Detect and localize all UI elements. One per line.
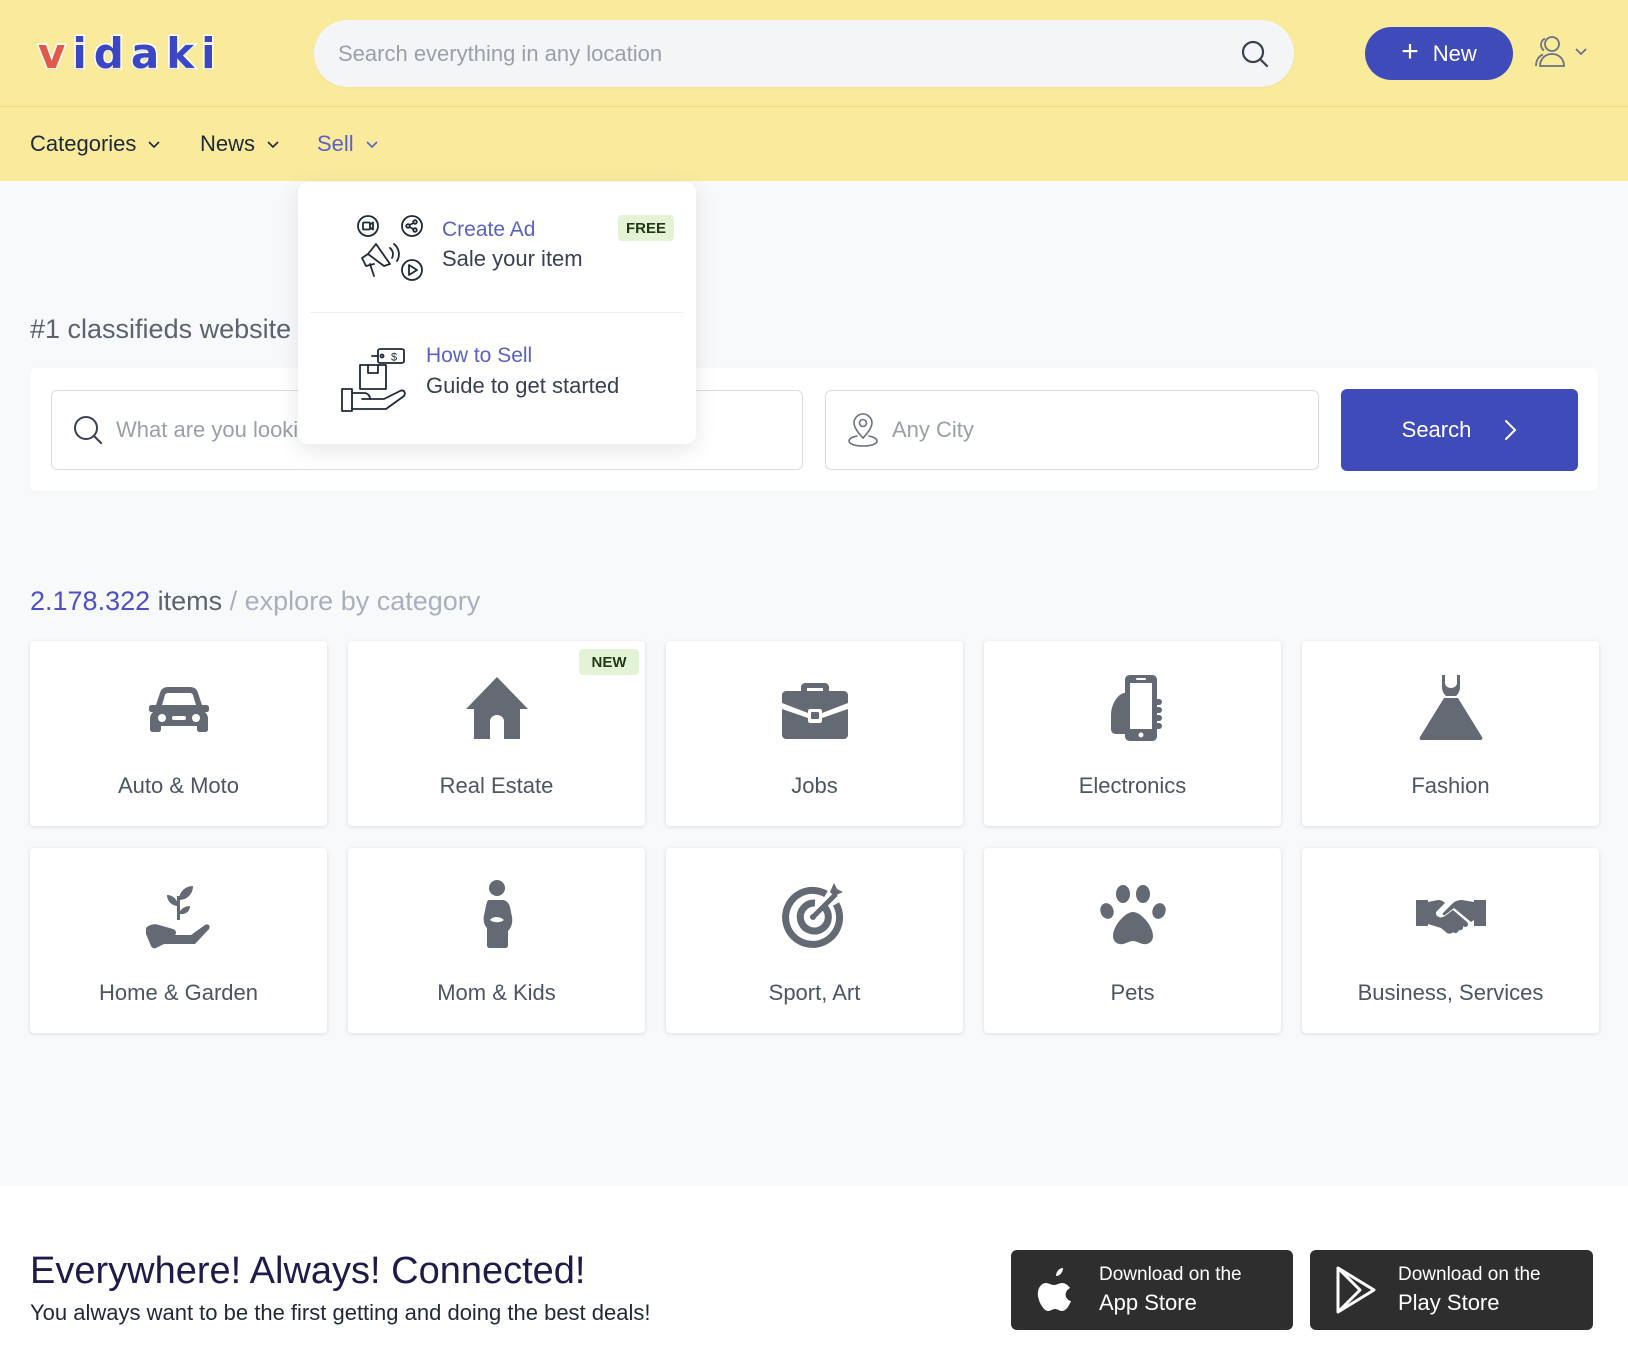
new-button-label: New xyxy=(1432,40,1477,66)
category-mom-kids[interactable]: Mom & Kids xyxy=(348,848,645,1033)
search-icon[interactable] xyxy=(1240,39,1270,69)
plus-icon: + xyxy=(1401,35,1419,68)
hero-search-panel: Search xyxy=(30,368,1598,491)
menu-item-how-to-sell[interactable]: $ How to Sell Guide to get started xyxy=(298,313,696,444)
menu-item-title: Create Ad xyxy=(442,218,536,241)
category-home-garden[interactable]: Home & Garden xyxy=(30,848,327,1033)
search-icon xyxy=(74,416,102,444)
paw-icon xyxy=(1099,885,1166,945)
category-fashion[interactable]: Fashion xyxy=(1302,641,1599,826)
dress-icon xyxy=(1419,675,1482,740)
new-ad-button[interactable]: + New xyxy=(1365,27,1513,80)
top-header: v i d a k i + New xyxy=(0,0,1628,107)
category-business-services[interactable]: Business, Services xyxy=(1302,848,1599,1033)
phone-hand-icon xyxy=(1110,675,1162,741)
footer-subtitle: You always want to be the first getting … xyxy=(30,1300,651,1325)
pregnant-woman-icon xyxy=(483,880,512,948)
play-store-button[interactable]: Download on the Play Store xyxy=(1310,1250,1593,1330)
category-pets[interactable]: Pets xyxy=(984,848,1281,1033)
users-icon xyxy=(1535,36,1565,67)
category-label: Auto & Moto xyxy=(117,773,240,798)
menu-item-subtitle: Sale your item xyxy=(442,246,583,271)
new-badge: NEW xyxy=(579,649,639,675)
items-count: 2.178.322 xyxy=(30,586,151,616)
category-real-estate[interactable]: NEW Real Estate xyxy=(348,641,645,826)
store-line2: App Store xyxy=(1099,1290,1197,1315)
store-line1: Download on the xyxy=(1099,1264,1242,1285)
free-badge: FREE xyxy=(618,215,674,241)
category-label: Home & Garden xyxy=(99,980,258,1005)
menu-item-subtitle: Guide to get started xyxy=(426,373,620,398)
store-line2: Play Store xyxy=(1398,1290,1500,1315)
briefcase-icon xyxy=(781,683,848,739)
category-electronics[interactable]: Electronics xyxy=(984,641,1281,826)
search-button-label: Search xyxy=(1401,417,1472,442)
megaphone-icon xyxy=(357,215,423,281)
menu-item-title: How to Sell xyxy=(426,344,533,367)
category-auto-moto[interactable]: Auto & Moto xyxy=(30,641,327,826)
nav-categories[interactable]: Categories xyxy=(30,107,162,181)
category-sport-art[interactable]: Sport, Art xyxy=(666,848,963,1033)
logo-letter: k xyxy=(165,27,198,79)
global-search-bar xyxy=(314,20,1294,87)
nav-label: News xyxy=(200,131,256,156)
car-icon xyxy=(148,687,209,732)
svg-text:$: $ xyxy=(391,352,397,364)
menu-item-create-ad[interactable]: Create Ad Sale your item FREE xyxy=(298,182,696,312)
store-line1: Download on the xyxy=(1398,1264,1541,1285)
plant-hand-icon xyxy=(145,886,210,949)
explore-text: / explore by category xyxy=(222,586,481,616)
category-label: Jobs xyxy=(791,773,838,798)
house-icon xyxy=(465,677,528,739)
chevron-down-icon xyxy=(148,141,160,149)
apple-icon xyxy=(1037,1268,1071,1311)
logo-letter: a xyxy=(129,27,163,79)
nav-news[interactable]: News xyxy=(200,107,281,181)
logo-letter: v xyxy=(36,27,69,79)
hero-title: #1 classifieds website xyxy=(30,314,292,344)
city-input[interactable] xyxy=(892,417,1298,443)
nav-sell[interactable]: Sell xyxy=(317,107,380,181)
target-icon xyxy=(781,883,843,948)
category-label: Fashion xyxy=(1411,773,1490,798)
logo-letter: d xyxy=(92,27,127,79)
category-jobs[interactable]: Jobs xyxy=(666,641,963,826)
play-store-icon xyxy=(1336,1266,1376,1314)
chevron-down-icon xyxy=(267,141,279,149)
package-hand-icon: $ xyxy=(341,348,406,412)
sell-dropdown-menu: Create Ad Sale your item FREE $ How to S… xyxy=(298,182,696,444)
category-label: Sport, Art xyxy=(768,980,861,1005)
category-label: Pets xyxy=(1110,980,1155,1005)
chevron-down-icon xyxy=(1575,48,1587,56)
nav-label: Sell xyxy=(317,131,354,156)
nav-label: Categories xyxy=(30,131,137,156)
logo-letter: i xyxy=(71,27,90,79)
logo-letter: i xyxy=(200,27,219,79)
global-search-input[interactable] xyxy=(338,40,1240,67)
account-menu[interactable] xyxy=(1532,34,1588,68)
where-field xyxy=(825,390,1319,470)
location-pin-icon xyxy=(848,413,878,447)
search-button[interactable]: Search xyxy=(1341,389,1578,471)
footer: Everywhere! Always! Connected! You alway… xyxy=(0,1186,1628,1350)
items-word: items xyxy=(150,586,223,616)
category-label: Business, Services xyxy=(1357,980,1544,1005)
chevron-right-icon xyxy=(1505,420,1517,440)
category-label: Mom & Kids xyxy=(437,980,556,1005)
items-heading: 2.178.322 items / explore by category xyxy=(30,586,480,617)
chevron-up-icon xyxy=(366,141,378,149)
app-store-button[interactable]: Download on the App Store xyxy=(1011,1250,1293,1330)
handshake-icon xyxy=(1415,900,1486,934)
category-label: Real Estate xyxy=(439,773,554,798)
main-nav: Categories News Sell xyxy=(0,107,1628,181)
category-label: Electronics xyxy=(1078,773,1187,798)
footer-title: Everywhere! Always! Connected! xyxy=(30,1250,586,1292)
logo[interactable]: v i d a k i xyxy=(36,27,219,79)
